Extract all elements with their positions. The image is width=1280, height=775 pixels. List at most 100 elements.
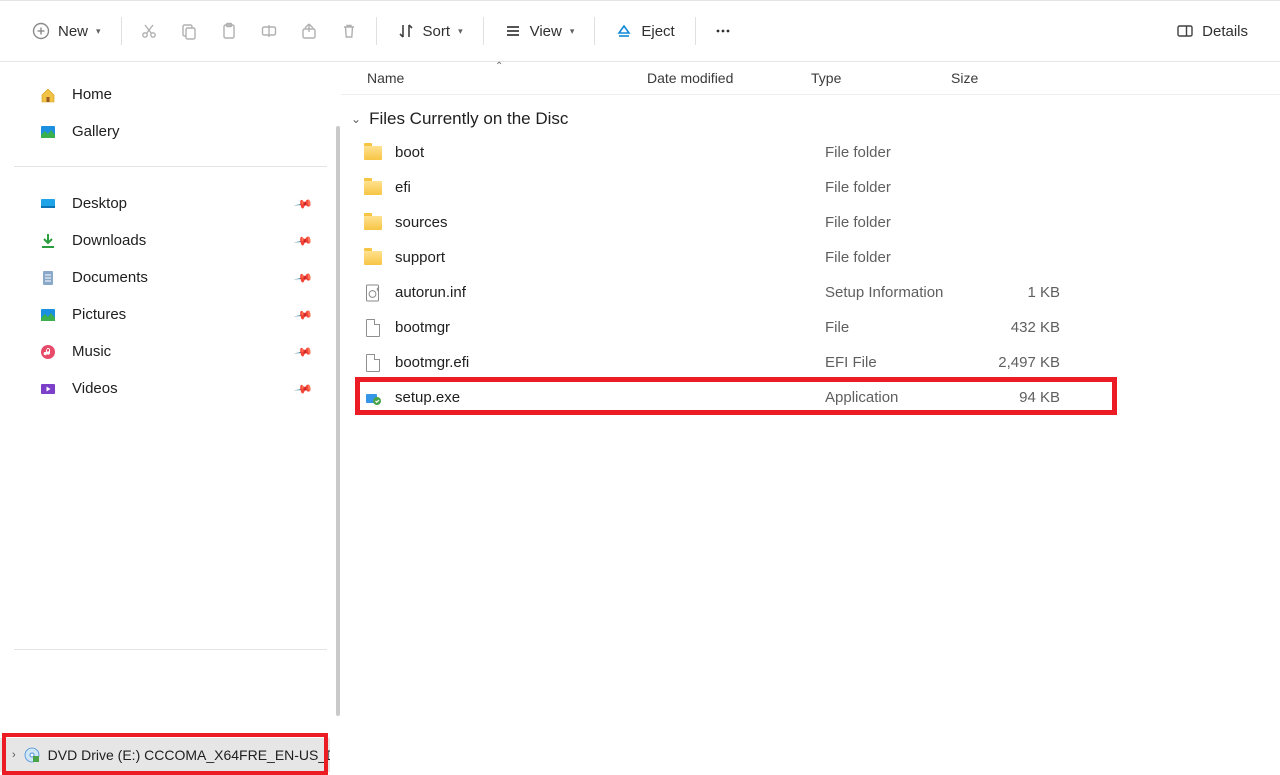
details-pane-icon bbox=[1176, 22, 1194, 40]
rename-icon bbox=[260, 22, 278, 40]
sidebar-item-downloads[interactable]: Downloads 📌 bbox=[14, 222, 327, 259]
exe-icon bbox=[363, 388, 383, 408]
file-row[interactable]: bootmgrFile432 KB bbox=[363, 310, 1280, 345]
documents-icon bbox=[38, 268, 58, 288]
file-list: bootFile folderefiFile foldersourcesFile… bbox=[341, 135, 1280, 415]
gallery-icon bbox=[38, 122, 58, 142]
column-header-size[interactable]: Size bbox=[951, 62, 1051, 94]
file-row[interactable]: setup.exeApplication94 KB bbox=[363, 380, 1280, 415]
group-header[interactable]: ⌄ Files Currently on the Disc bbox=[341, 95, 1280, 135]
details-pane-button[interactable]: Details bbox=[1164, 11, 1260, 51]
chevron-down-icon: ▾ bbox=[96, 26, 101, 37]
sidebar-item-home[interactable]: Home bbox=[14, 76, 327, 113]
column-header-name[interactable]: Name ⌃ bbox=[367, 62, 647, 94]
file-type: EFI File bbox=[825, 354, 980, 371]
sidebar-item-label: Pictures bbox=[72, 306, 126, 323]
sort-icon bbox=[397, 22, 415, 40]
pictures-icon bbox=[38, 305, 58, 325]
sidebar-item-documents[interactable]: Documents📌 bbox=[14, 259, 327, 296]
column-label: Name bbox=[367, 70, 404, 86]
file-name: efi bbox=[395, 179, 825, 196]
folder-icon bbox=[363, 248, 383, 268]
file-row[interactable]: sourcesFile folder bbox=[363, 205, 1280, 240]
file-row[interactable]: bootmgr.efiEFI File2,497 KB bbox=[363, 345, 1280, 380]
file-type: File folder bbox=[825, 249, 980, 266]
sidebar-item-label: Music bbox=[72, 343, 111, 360]
details-label: Details bbox=[1202, 23, 1248, 40]
file-row[interactable]: autorun.infSetup Information1 KB bbox=[363, 275, 1280, 310]
scrollbar-thumb[interactable] bbox=[336, 126, 340, 716]
more-button[interactable] bbox=[704, 11, 742, 51]
sidebar-item-music[interactable]: Music📌 bbox=[14, 333, 327, 370]
divider bbox=[14, 649, 327, 650]
file-name: setup.exe bbox=[395, 389, 825, 406]
folder-icon bbox=[363, 213, 383, 233]
file-row[interactable]: bootFile folder bbox=[363, 135, 1280, 170]
file-row[interactable]: efiFile folder bbox=[363, 170, 1280, 205]
pin-icon: 📌 bbox=[293, 230, 313, 250]
folder-icon bbox=[363, 143, 383, 163]
file-size: 2,497 KB bbox=[980, 354, 1060, 371]
separator bbox=[594, 17, 595, 45]
chevron-down-icon: ▾ bbox=[570, 26, 575, 37]
file-name: sources bbox=[395, 214, 825, 231]
sidebar-item-dvd-drive[interactable]: › DVD Drive (E:) CCCOMA_X64FRE_EN-US_D bbox=[0, 738, 330, 772]
share-icon bbox=[300, 22, 318, 40]
file-type: File bbox=[825, 319, 980, 336]
downloads-icon bbox=[38, 231, 58, 251]
sidebar-item-label: Gallery bbox=[72, 123, 120, 140]
desktop-icon bbox=[38, 194, 58, 214]
copy-icon bbox=[180, 22, 198, 40]
sidebar-item-gallery[interactable]: Gallery bbox=[14, 113, 327, 150]
rename-button[interactable] bbox=[250, 11, 288, 51]
sidebar-item-pictures[interactable]: Pictures📌 bbox=[14, 296, 327, 333]
file-type: File folder bbox=[825, 214, 980, 231]
file-name: bootmgr bbox=[395, 319, 825, 336]
new-button[interactable]: New ▾ bbox=[20, 11, 113, 51]
view-icon bbox=[504, 22, 522, 40]
column-headers: Name ⌃ Date modified Type Size bbox=[341, 62, 1280, 95]
view-label: View bbox=[530, 23, 562, 40]
music-icon bbox=[38, 342, 58, 362]
sidebar-item-desktop[interactable]: Desktop📌 bbox=[14, 185, 327, 222]
sort-ascending-icon: ⌃ bbox=[495, 61, 503, 72]
paste-button[interactable] bbox=[210, 11, 248, 51]
column-header-date[interactable]: Date modified bbox=[647, 62, 811, 94]
cut-button[interactable] bbox=[130, 11, 168, 51]
file-icon bbox=[363, 318, 383, 338]
copy-button[interactable] bbox=[170, 11, 208, 51]
sidebar-item-label: Downloads bbox=[72, 232, 146, 249]
sort-label: Sort bbox=[423, 23, 451, 40]
delete-button[interactable] bbox=[330, 11, 368, 51]
separator bbox=[121, 17, 122, 45]
file-size: 432 KB bbox=[980, 319, 1060, 336]
column-header-type[interactable]: Type bbox=[811, 62, 951, 94]
sidebar-item-videos[interactable]: Videos📌 bbox=[14, 370, 327, 407]
sidebar-item-label: Videos bbox=[72, 380, 118, 397]
inf-icon bbox=[363, 283, 383, 303]
column-label: Type bbox=[811, 70, 841, 86]
file-name: boot bbox=[395, 144, 825, 161]
file-size: 94 KB bbox=[980, 389, 1060, 406]
sidebar-item-label: DVD Drive (E:) CCCOMA_X64FRE_EN-US_D bbox=[48, 747, 330, 763]
file-type: File folder bbox=[825, 144, 980, 161]
eject-button[interactable]: Eject bbox=[603, 11, 686, 51]
home-icon bbox=[38, 85, 58, 105]
file-name: bootmgr.efi bbox=[395, 354, 825, 371]
view-button[interactable]: View ▾ bbox=[492, 11, 587, 51]
separator bbox=[695, 17, 696, 45]
file-row[interactable]: supportFile folder bbox=[363, 240, 1280, 275]
share-button[interactable] bbox=[290, 11, 328, 51]
divider bbox=[14, 166, 327, 167]
pin-icon: 📌 bbox=[293, 267, 313, 287]
toolbar: New ▾ Sort ▾ View ▾ Eject Details bbox=[0, 0, 1280, 62]
scrollbar[interactable] bbox=[333, 62, 341, 772]
ellipsis-icon bbox=[714, 22, 732, 40]
file-size: 1 KB bbox=[980, 284, 1060, 301]
separator bbox=[376, 17, 377, 45]
sort-button[interactable]: Sort ▾ bbox=[385, 11, 475, 51]
paste-icon bbox=[220, 22, 238, 40]
navigation-sidebar: Home Gallery Desktop📌Downloads📌Documents… bbox=[0, 62, 341, 772]
group-title: Files Currently on the Disc bbox=[369, 109, 568, 129]
file-name: support bbox=[395, 249, 825, 266]
